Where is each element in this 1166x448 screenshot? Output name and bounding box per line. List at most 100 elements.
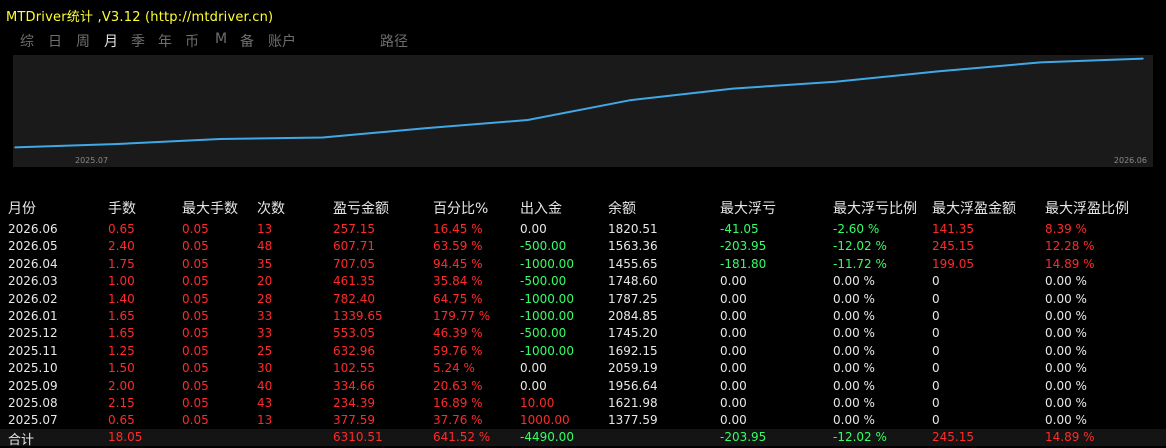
cell-lots: 1.25 (108, 343, 135, 358)
monthly-stats-table: 月份 手数 最大手数 次数 盈亏金额 百分比% 出入金 余额 最大浮亏 最大浮亏… (0, 196, 1166, 429)
tab-quarter[interactable]: 季 (131, 31, 145, 51)
tab-overview[interactable]: 综 (20, 31, 34, 51)
cell-max-floating-loss: 0.00 (720, 413, 747, 428)
cell-flow: -500.00 (520, 326, 567, 341)
cell-count: 25 (257, 343, 273, 358)
window-title: MTDriver统计 ,V3.12 (http://mtdriver.cn) (6, 10, 274, 25)
cell-max-floating-profit: 141.35 (932, 222, 974, 236)
table-row: 2025.12 1.65 0.05 33 553.05 46.39 % -500.00 174… (0, 324, 1166, 341)
cell-percent: 37.76 % (433, 413, 483, 428)
header-lots: 手数 (108, 201, 136, 217)
cell-max-floating-profit: 245.15 (932, 239, 974, 254)
total-max-floating-loss: -203.95 (720, 430, 767, 444)
cell-balance: 2059.19 (608, 361, 658, 376)
cell-percent: 5.24 % (433, 361, 475, 376)
table-row: 2025.07 0.65 0.05 13 377.59 37.76 % 1000.00 137… (0, 411, 1166, 428)
cell-max-floating-loss: 0.00 (720, 308, 747, 323)
period-tab-bar: 综 日 周 月 季 年 币 M 备 账户 路径 (0, 31, 1166, 53)
cell-flow: -500.00 (520, 274, 567, 289)
cell-balance: 1563.36 (608, 239, 658, 254)
cell-count: 20 (257, 274, 273, 289)
cell-count: 13 (257, 222, 273, 236)
cell-max-floating-loss: -181.80 (720, 256, 767, 271)
cell-flow: 0.00 (520, 222, 547, 236)
cell-pnl: 607.71 (333, 239, 375, 254)
header-max-floating-profit: 最大浮盈金额 (932, 201, 1016, 217)
cell-pnl: 782.40 (333, 291, 375, 306)
header-max-lots: 最大手数 (182, 201, 238, 217)
table-row: 2026.04 1.75 0.05 35 707.05 94.45 % -1000.00 14… (0, 255, 1166, 272)
x-tick-label: 2025.07 (75, 156, 108, 165)
tab-year[interactable]: 年 (158, 31, 172, 51)
cell-percent: 16.89 % (433, 395, 483, 410)
cell-max-floating-profit-pct: 0.00 % (1045, 361, 1087, 376)
tab-path[interactable]: 路径 (380, 31, 408, 51)
cell-max-floating-loss-pct: -11.72 % (833, 256, 887, 271)
cell-max-floating-profit: 199.05 (932, 256, 974, 271)
equity-line (14, 57, 1144, 149)
equity-point (116, 143, 119, 145)
cell-balance: 1745.20 (608, 326, 658, 341)
cell-count: 13 (257, 413, 273, 428)
cell-percent: 59.76 % (433, 343, 483, 358)
cell-count: 33 (257, 326, 273, 341)
tab-account[interactable]: 账户 (268, 31, 296, 51)
cell-max-lots: 0.05 (182, 395, 209, 410)
table-header: 月份 手数 最大手数 次数 盈亏金额 百分比% 出入金 余额 最大浮亏 最大浮亏… (0, 196, 1166, 220)
tab-notes[interactable]: 备 (240, 31, 254, 51)
cell-max-lots: 0.05 (182, 222, 209, 236)
cell-max-floating-profit-pct: 0.00 % (1045, 378, 1087, 393)
cell-max-floating-loss: -41.05 (720, 222, 759, 236)
total-percent: 641.52 % (433, 430, 491, 444)
cell-lots: 1.40 (108, 291, 135, 306)
cell-balance: 2084.85 (608, 308, 658, 323)
cell-max-floating-loss-pct: 0.00 % (833, 274, 875, 289)
cell-flow: -1000.00 (520, 343, 574, 358)
title-bar: MTDriver统计 ,V3.12 (http://mtdriver.cn) (0, 0, 1166, 28)
cell-lots: 1.65 (108, 326, 135, 341)
cell-percent: 63.59 % (433, 239, 483, 254)
cell-max-floating-profit: 0 (932, 361, 940, 376)
table-row: 2026.02 1.40 0.05 28 782.40 64.75 % -1000.00 17… (0, 290, 1166, 307)
cell-pnl: 553.05 (333, 326, 375, 341)
cell-flow: -500.00 (520, 239, 567, 254)
cell-max-floating-loss-pct: -12.02 % (833, 239, 887, 254)
total-max-floating-profit: 245.15 (932, 430, 974, 444)
cell-max-floating-profit-pct: 12.28 % (1045, 239, 1095, 254)
cell-max-floating-loss: 0.00 (720, 361, 747, 376)
cell-max-lots: 0.05 (182, 239, 209, 254)
cell-flow: 0.00 (520, 378, 547, 393)
cell-pnl: 461.35 (333, 274, 375, 289)
cell-balance: 1377.59 (608, 413, 658, 428)
cell-max-floating-loss-pct: 0.00 % (833, 308, 875, 323)
cell-max-floating-profit-pct: 0.00 % (1045, 274, 1087, 289)
cell-max-floating-profit: 0 (932, 326, 940, 341)
tab-week[interactable]: 周 (76, 31, 90, 51)
x-tick-label: 2026.06 (1114, 156, 1147, 165)
header-pnl: 盈亏金额 (333, 201, 389, 217)
cell-flow: 10.00 (520, 395, 555, 410)
cell-max-floating-profit-pct: 0.00 % (1045, 395, 1087, 410)
total-pnl: 6310.51 (333, 430, 383, 444)
equity-point (219, 138, 221, 140)
cell-month: 2025.10 (8, 361, 58, 376)
cell-flow: -1000.00 (520, 291, 574, 306)
cell-balance: 1787.25 (608, 291, 658, 306)
cell-max-floating-loss: -203.95 (720, 239, 767, 254)
equity-point (14, 146, 16, 149)
tab-day[interactable]: 日 (48, 31, 62, 51)
cell-max-floating-profit-pct: 0.00 % (1045, 413, 1087, 428)
tab-currency[interactable]: 币 (185, 31, 199, 51)
cell-lots: 0.65 (108, 413, 135, 428)
cell-max-floating-profit: 0 (932, 395, 940, 410)
tab-m[interactable]: M (215, 31, 227, 47)
total-row: 合计 18.05 6310.51 641.52 % -4490.00 -203.… (0, 429, 1166, 448)
cell-max-floating-profit-pct: 0.00 % (1045, 326, 1087, 341)
equity-point (732, 87, 734, 90)
cell-month: 2025.11 (8, 343, 58, 358)
cell-max-lots: 0.05 (182, 326, 209, 341)
cell-balance: 1455.65 (608, 256, 658, 271)
equity-point (1039, 61, 1042, 64)
tab-month[interactable]: 月 (104, 31, 118, 51)
cell-pnl: 102.55 (333, 361, 375, 376)
